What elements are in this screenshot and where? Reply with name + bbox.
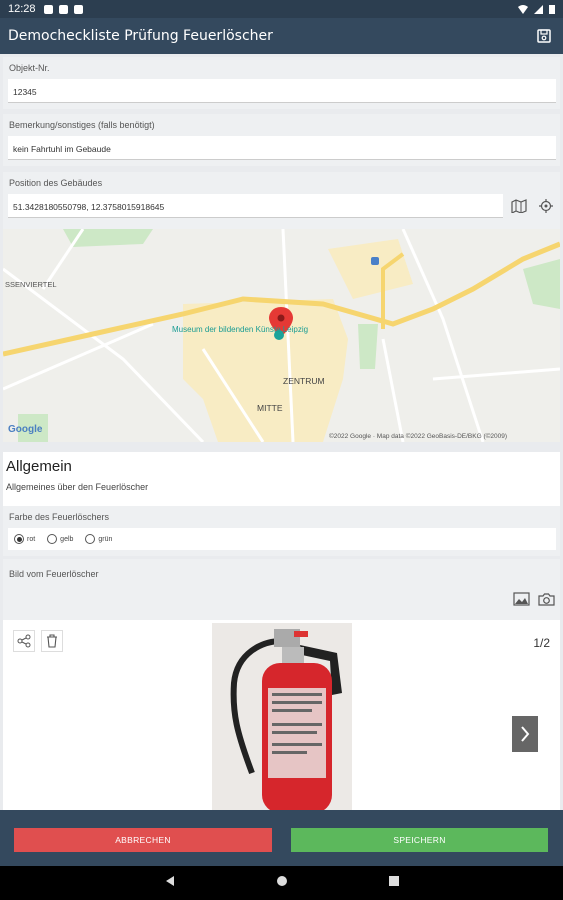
notification-icon xyxy=(58,4,68,14)
gps-locate-icon[interactable] xyxy=(536,196,556,216)
battery-icon xyxy=(549,5,555,14)
farbe-radio-group: rot gelb grün xyxy=(8,528,556,550)
wifi-icon xyxy=(518,4,528,14)
objekt-field: Objekt-Nr. 12345 xyxy=(3,57,560,109)
extinguisher-photo[interactable] xyxy=(212,623,352,810)
park-area xyxy=(358,324,378,369)
bemerkung-label: Bemerkung/sonstiges (falls benötigt) xyxy=(9,120,155,130)
chevron-right-icon xyxy=(521,726,530,742)
status-bar: 12:28 xyxy=(0,0,563,18)
section-subtitle: Allgemeines über den Feuerlöscher xyxy=(6,482,149,492)
notification-icon xyxy=(73,4,83,14)
position-label: Position des Gebäudes xyxy=(9,178,103,188)
objekt-label: Objekt-Nr. xyxy=(9,63,50,73)
radio-rot[interactable]: rot xyxy=(14,534,35,544)
notification-icon xyxy=(43,4,53,14)
transit-icon xyxy=(371,257,379,265)
museum-label: Museum der bildenden Künste Leipzig xyxy=(172,325,308,334)
position-input[interactable]: 51.3428180550798, 12.3758015918645 xyxy=(8,194,503,218)
recents-icon[interactable] xyxy=(388,874,400,892)
camera-icon[interactable] xyxy=(536,589,556,609)
image-counter: 1/2 xyxy=(533,636,550,650)
google-logo: Google xyxy=(8,424,43,435)
section-allgemein: Allgemein Allgemeines über den Feuerlösc… xyxy=(3,452,560,512)
home-icon[interactable] xyxy=(276,874,288,892)
farbe-label: Farbe des Feuerlöschers xyxy=(9,512,110,522)
section-title: Allgemein xyxy=(6,458,72,475)
position-field: Position des Gebäudes 51.3428180550798, … xyxy=(3,172,560,229)
bemerkung-field: Bemerkung/sonstiges (falls benötigt) kei… xyxy=(3,114,560,166)
farbe-field: Farbe des Feuerlöschers rot gelb grün xyxy=(3,506,560,556)
bild-label: Bild vom Feuerlöscher xyxy=(9,569,99,579)
share-icon[interactable] xyxy=(13,630,35,652)
next-image-button[interactable] xyxy=(512,716,538,752)
page-title: Democheckliste Prüfung Feuerlöscher xyxy=(8,28,273,44)
zentrum-label: ZENTRUM xyxy=(283,376,325,386)
signal-icon xyxy=(534,4,543,14)
save-button[interactable]: SPEICHERN xyxy=(291,828,548,852)
system-nav-bar xyxy=(0,866,563,900)
bottom-action-bar: ABBRECHEN SPEICHERN xyxy=(0,810,563,866)
image-gallery: 1/2 xyxy=(3,620,560,810)
back-icon[interactable] xyxy=(164,874,176,892)
mitte-label: MITTE xyxy=(257,403,283,413)
map-attribution: ©2022 Google · Map data ©2022 GeoBasis-D… xyxy=(329,432,507,440)
app-bar: Democheckliste Prüfung Feuerlöscher xyxy=(0,18,563,54)
district-label: SSENVIERTEL xyxy=(5,280,57,289)
form-content[interactable]: Objekt-Nr. 12345 Bemerkung/sonstiges (fa… xyxy=(0,54,563,810)
bemerkung-input[interactable]: kein Fahrtuhl im Gebaude xyxy=(8,136,556,160)
objekt-input[interactable]: 12345 xyxy=(8,79,556,103)
location-map[interactable]: Museum der bildenden Künste Leipzig ZENT… xyxy=(3,229,560,442)
bild-field: Bild vom Feuerlöscher xyxy=(3,559,560,620)
delete-icon[interactable] xyxy=(41,630,63,652)
save-icon[interactable] xyxy=(533,25,555,47)
map-picker-icon[interactable] xyxy=(509,196,529,216)
cancel-button[interactable]: ABBRECHEN xyxy=(14,828,272,852)
radio-gelb[interactable]: gelb xyxy=(47,534,73,544)
radio-gruen[interactable]: grün xyxy=(85,534,112,544)
gallery-icon[interactable] xyxy=(511,589,531,609)
status-time: 12:28 xyxy=(8,3,36,15)
